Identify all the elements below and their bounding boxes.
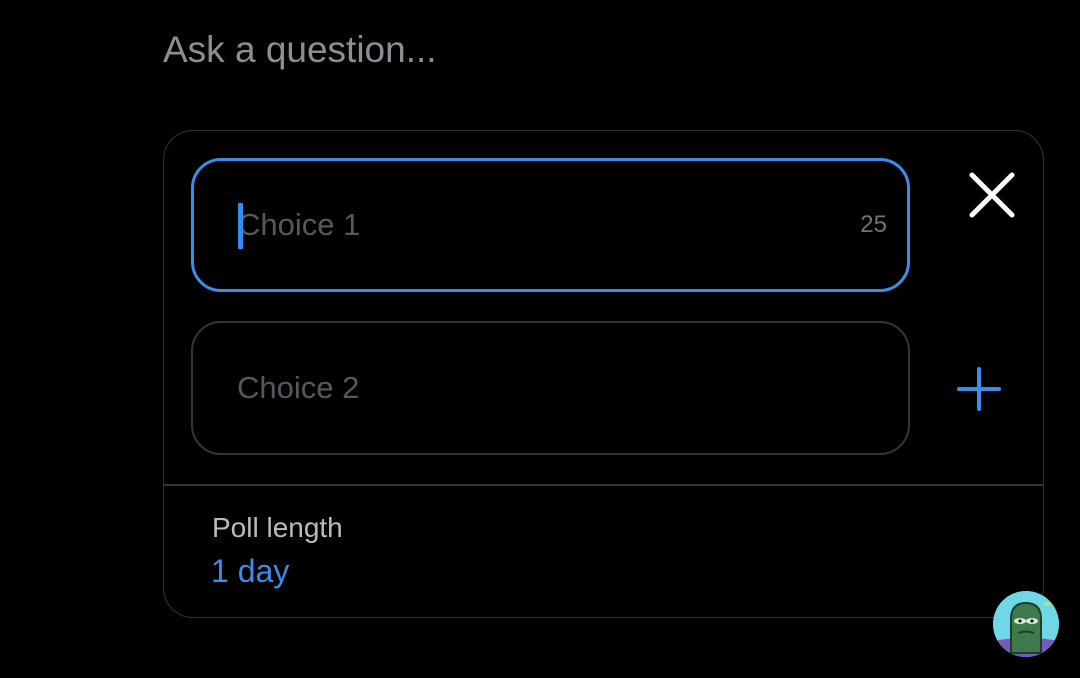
question-input[interactable] [163,24,1023,76]
close-icon [969,172,1015,218]
poll-composer: 25 Poll length 1 day [0,0,1080,678]
plus-icon [957,367,1001,411]
choice-2-field[interactable] [191,321,910,455]
poll-length-selector[interactable]: 1 day [211,553,289,590]
avatar-icon [993,591,1059,657]
poll-card: 25 Poll length 1 day [163,130,1044,618]
choice-2-input[interactable] [237,323,817,453]
remove-poll-button[interactable] [964,167,1020,223]
add-choice-button[interactable] [954,364,1004,414]
poll-length-label: Poll length [212,512,343,543]
choice-1-field[interactable]: 25 [191,158,910,292]
divider [164,484,1043,486]
choice-1-input[interactable] [238,161,818,289]
char-count: 25 [860,211,887,238]
text-caret [238,203,243,249]
user-avatar[interactable] [993,591,1059,657]
